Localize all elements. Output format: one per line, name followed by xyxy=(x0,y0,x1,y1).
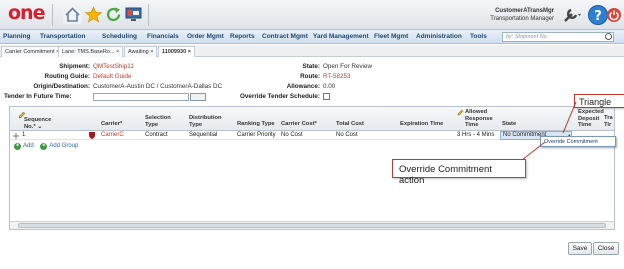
cell-ranking-type[interactable]: Carrier Priority xyxy=(237,132,276,138)
svg-text:?: ? xyxy=(594,9,602,24)
cell-total-cost[interactable]: No Cost xyxy=(336,132,358,138)
carrier-shield-icon xyxy=(88,132,96,139)
nav-scheduling[interactable]: Scheduling xyxy=(102,33,137,40)
shipment-label: Shipment: xyxy=(59,63,90,70)
shipment-form: Shipment: QMTestShip11 Routing Guide: De… xyxy=(0,58,624,104)
nav-yard-management[interactable]: Yard Management xyxy=(313,33,369,40)
help-icon[interactable]: ? xyxy=(588,5,608,25)
add-icon: + xyxy=(14,143,21,150)
header-selection-type[interactable]: Selection Type xyxy=(145,115,183,128)
refresh-icon[interactable] xyxy=(104,5,123,24)
nav-tools[interactable]: Tools xyxy=(470,33,487,40)
header-state[interactable]: State xyxy=(502,121,516,128)
nav-contract-mgmt[interactable]: Contract Mgmt xyxy=(262,33,308,40)
tab-shipment[interactable]: 11009930 × xyxy=(158,46,195,57)
close-button[interactable]: Close xyxy=(593,242,619,255)
cell-sequence[interactable]: 1 xyxy=(22,132,25,138)
nav-fleet-mgmt[interactable]: Fleet Mgmt xyxy=(374,33,408,40)
nav-reports[interactable]: Reports xyxy=(230,33,255,40)
save-button[interactable]: Save xyxy=(568,242,592,255)
tender-future-time-label: Tender In Future Time: xyxy=(4,93,72,100)
override-commitment-callout: Override Commitment action xyxy=(392,159,526,186)
tender-future-time-input[interactable] xyxy=(93,93,189,101)
routing-guide-value[interactable]: Default Guide xyxy=(93,73,132,80)
cell-distribution-type[interactable]: Sequential xyxy=(189,132,217,138)
allowance-value: 0.00 xyxy=(323,83,336,90)
user-role: Transportation Manager xyxy=(490,16,554,22)
tab-awaiting[interactable]: Awaiting × xyxy=(124,46,158,57)
user-info: CustomerATransMgr Transportation Manager xyxy=(490,7,554,23)
grid-header: Sequence No.* ⌄ Carrier* Selection Type … xyxy=(10,107,614,131)
cell-allowed-response-time[interactable]: 3 Hrs - 4 Mins xyxy=(457,132,494,138)
nav-order-mgmt[interactable]: Order Mgmt xyxy=(187,33,224,40)
route-value[interactable]: RT-58253 xyxy=(323,73,351,80)
cell-carrier[interactable]: CarrierC xyxy=(101,132,124,138)
routing-guide-label: Routing Guide: xyxy=(44,73,90,80)
override-callout-pointer xyxy=(521,141,546,161)
logo: one xyxy=(8,2,45,24)
header-carrier-cost[interactable]: Carrier Cost* xyxy=(281,121,317,128)
allowance-label: Allowance: xyxy=(286,83,320,90)
state-value: Open For Review xyxy=(323,63,372,70)
header-total-cost[interactable]: Total Cost xyxy=(336,121,364,128)
horizontal-scrollbar[interactable] xyxy=(10,221,614,229)
shipment-value[interactable]: QMTestShip11 xyxy=(93,63,134,70)
header-allowed-response-time[interactable]: Allowed Response Time xyxy=(465,109,499,129)
header-tr[interactable]: Tra Tir xyxy=(604,115,614,128)
triangle-callout-pointer xyxy=(562,101,577,134)
header-carrier[interactable]: Carrier* xyxy=(101,121,122,128)
tools-wrench-icon[interactable] xyxy=(562,6,584,26)
power-icon[interactable] xyxy=(607,8,621,22)
cell-carrier-cost[interactable]: No Cost xyxy=(281,132,303,138)
scrollbar-thumb[interactable] xyxy=(18,223,606,228)
add-bar: + Add + Add Group xyxy=(14,143,78,150)
override-tender-schedule-label: Override Tender Schedule: xyxy=(239,93,320,100)
add-group-icon: + xyxy=(40,143,48,150)
override-commitment-menu-item[interactable]: Override Commitment xyxy=(540,136,616,147)
cell-selection-type[interactable]: Contract xyxy=(145,132,168,138)
edit-pencil-icon xyxy=(457,109,464,116)
header-divider xyxy=(52,4,53,26)
origin-destination-label: Origin/Destination: xyxy=(33,83,90,90)
tab-carrier-commitment[interactable]: Carrier Commitment × xyxy=(1,46,64,57)
drag-handle-icon[interactable] xyxy=(13,133,19,139)
tab-lane[interactable]: Lane: TMS.BaseRo... × xyxy=(58,46,124,57)
nav-administration[interactable]: Administration xyxy=(416,33,462,40)
header-ranking-type[interactable]: Ranking Type xyxy=(237,121,275,128)
user-name: CustomerATransMgr xyxy=(495,8,554,14)
tab-bar: Carrier Commitment × Lane: TMS.BaseRo...… xyxy=(0,45,624,57)
add-group-label: Add Group xyxy=(49,143,79,149)
home-icon[interactable] xyxy=(63,5,82,24)
favorites-star-icon[interactable] xyxy=(84,5,103,24)
dashboard-screen-icon[interactable] xyxy=(124,5,143,24)
shipment-search-input[interactable]: by: Shipment No xyxy=(502,32,614,42)
override-tender-schedule-checkbox[interactable] xyxy=(323,93,330,100)
route-label: Route: xyxy=(300,73,320,80)
triangle-callout: Triangle xyxy=(574,94,624,108)
add-button[interactable]: + Add xyxy=(14,143,34,150)
header-distribution-type[interactable]: Distribution Type xyxy=(189,115,231,128)
header-divider xyxy=(148,4,149,26)
top-header: one CustomerATransMgr Transportation Man… xyxy=(0,0,624,30)
origin-destination-value: CustomerA-Austin DC / CustomerA-Dallas D… xyxy=(93,83,223,90)
header-expiration-time[interactable]: Expiration Time xyxy=(400,121,443,128)
add-label: Add xyxy=(23,143,34,149)
state-label: State: xyxy=(302,63,321,70)
nav-planning[interactable]: Planning xyxy=(3,33,30,40)
add-group-button[interactable]: + Add Group xyxy=(40,143,79,150)
header-sequence[interactable]: Sequence No.* ⌄ xyxy=(24,117,64,130)
table-row[interactable]: 1 CarrierC Contract Sequential Carrier P… xyxy=(10,131,614,140)
nav-financials[interactable]: Financials xyxy=(147,33,179,40)
nav-transportation[interactable]: Transportation xyxy=(40,33,86,40)
search-icon[interactable] xyxy=(605,33,612,40)
header-expected-deposit-time[interactable]: Expected Deposit Time xyxy=(578,109,604,129)
